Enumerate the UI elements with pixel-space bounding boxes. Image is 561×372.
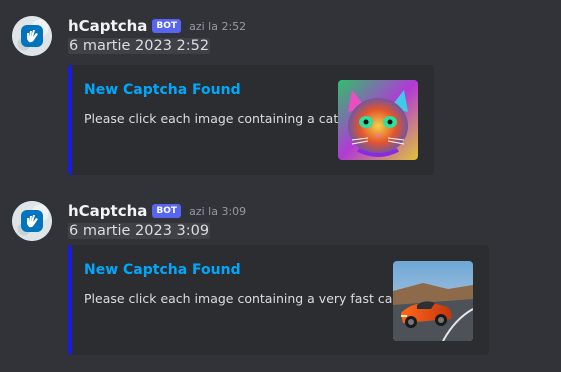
cat-image bbox=[338, 80, 418, 160]
embed-description: Please click each image containing a ver… bbox=[84, 291, 398, 306]
car-thumbnail[interactable] bbox=[393, 261, 473, 341]
embed-title: New Captcha Found bbox=[84, 82, 241, 98]
date-mention[interactable]: 6 martie 2023 2:52 bbox=[68, 38, 211, 54]
message-content: 6 martie 2023 2:52 bbox=[68, 38, 211, 54]
embed-description: Please click each image containing a cat bbox=[84, 111, 339, 126]
avatar[interactable] bbox=[12, 201, 52, 241]
hand-icon bbox=[27, 215, 38, 228]
username[interactable]: hCaptcha bbox=[68, 17, 147, 35]
message-timestamp: azi la 2:52 bbox=[189, 19, 247, 33]
cat-thumbnail[interactable] bbox=[338, 80, 418, 160]
avatar[interactable] bbox=[12, 16, 52, 56]
embed-title: New Captcha Found bbox=[84, 262, 241, 278]
date-mention[interactable]: 6 martie 2023 3:09 bbox=[68, 223, 211, 239]
embed: New Captcha Found Please click each imag… bbox=[68, 245, 489, 355]
car-image bbox=[393, 261, 473, 341]
username[interactable]: hCaptcha bbox=[68, 202, 147, 220]
bot-badge: BOT bbox=[152, 204, 182, 218]
hand-icon bbox=[27, 30, 38, 43]
message-content: 6 martie 2023 3:09 bbox=[68, 223, 211, 239]
embed: New Captcha Found Please click each imag… bbox=[68, 65, 434, 175]
bot-badge: BOT bbox=[152, 19, 182, 33]
message-timestamp: azi la 3:09 bbox=[189, 204, 247, 218]
